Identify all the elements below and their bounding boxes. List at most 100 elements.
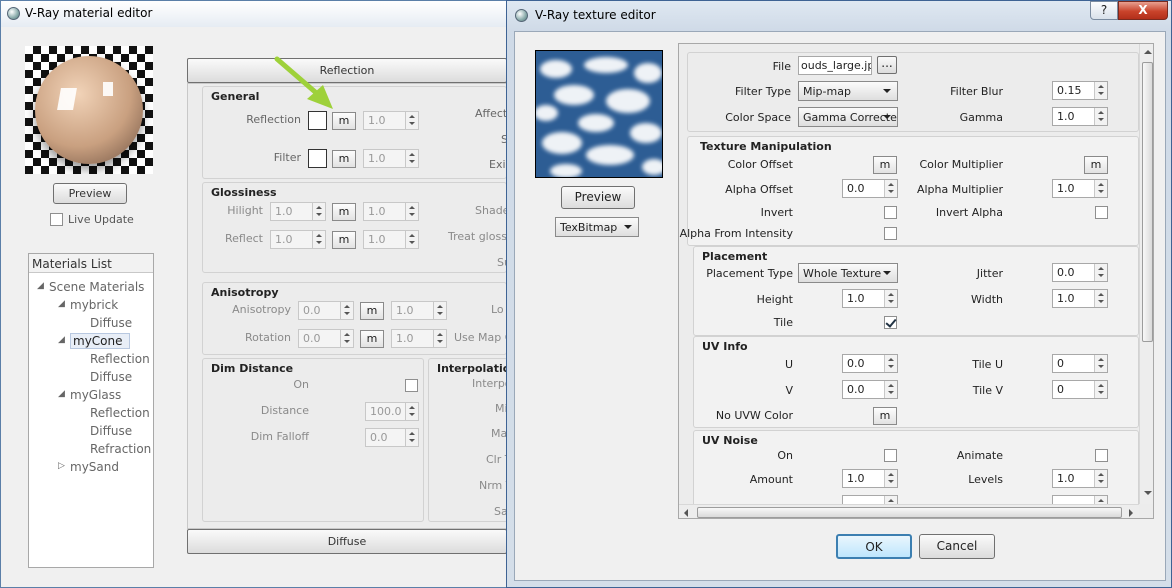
scroll-left-arrow-icon[interactable]: [684, 509, 688, 517]
tree-item-material-1[interactable]: myCone: [70, 333, 130, 349]
invert-label: Invert: [760, 206, 793, 219]
reflect-gloss-spinner[interactable]: 1.0: [270, 230, 326, 249]
color-multiplier-map-button[interactable]: m: [1084, 156, 1108, 174]
vertical-scroll-thumb[interactable]: [1142, 62, 1153, 342]
glossiness-group: Glossiness: [202, 182, 507, 273]
reflect-map-button[interactable]: m: [332, 231, 356, 249]
help-button[interactable]: ?: [1090, 1, 1118, 20]
reflection-amount-spinner[interactable]: 1.0: [363, 111, 419, 130]
hilight-spinner[interactable]: 1.0: [270, 202, 326, 221]
tree-item-scene-materials[interactable]: Scene Materials: [49, 280, 144, 294]
rotation-label: Rotation: [244, 331, 291, 344]
live-update-label: Live Update: [68, 213, 134, 226]
filter-label: Filter: [273, 151, 301, 164]
filter-blur-spinner[interactable]: 0.15: [1052, 81, 1108, 100]
u-offset-spinner[interactable]: 0.0: [842, 354, 898, 373]
noise-amount-spinner[interactable]: 1.0: [842, 469, 898, 488]
params-vertical-scrollbar[interactable]: [1139, 44, 1153, 504]
invert-alpha-checkbox[interactable]: [1095, 206, 1108, 219]
filter-color-swatch[interactable]: [308, 149, 327, 168]
tree-item-material-2-child-1[interactable]: Diffuse: [90, 424, 132, 438]
anisotropy-map-button[interactable]: m: [360, 302, 384, 320]
interp-label-2: Ma: [491, 427, 508, 440]
scroll-up-arrow-icon[interactable]: [1144, 50, 1152, 54]
reflection-rollout-header[interactable]: Reflection: [187, 58, 507, 83]
annotation-arrow-icon: [274, 56, 333, 109]
jitter-spinner[interactable]: 0.0: [1052, 263, 1108, 282]
texture-type-dropdown[interactable]: TexBitmap: [555, 217, 639, 237]
anisotropy-map-amount-spinner[interactable]: 1.0: [391, 301, 447, 320]
noise-on-checkbox[interactable]: [884, 449, 897, 462]
file-browse-button[interactable]: ...: [877, 56, 897, 74]
hilight-map-button[interactable]: m: [332, 203, 356, 221]
tile-u-label: Tile U: [972, 358, 1003, 371]
tree-item-material-2[interactable]: myGlass: [70, 388, 121, 402]
color-offset-map-button[interactable]: m: [873, 156, 897, 174]
width-spinner[interactable]: 1.0: [1052, 289, 1108, 308]
rotation-spinner[interactable]: 0.0: [298, 329, 354, 348]
placement-type-dropdown[interactable]: Whole Texture: [798, 263, 898, 283]
reflect-map-amount-spinner[interactable]: 1.0: [363, 230, 419, 249]
dim-falloff-spinner[interactable]: 0.0: [365, 428, 419, 447]
distance-spinner[interactable]: 100.0: [365, 402, 419, 421]
clouds-thumbnail: [536, 57, 662, 177]
texture-params-scrollarea[interactable]: File ouds_large.jpg ... Filter Type Mip-…: [678, 43, 1154, 519]
tree-item-material-2-child-2[interactable]: Refraction: [90, 442, 151, 456]
tree-item-material-0[interactable]: mybrick: [70, 298, 118, 312]
tree-collapse-icon[interactable]: ◢: [37, 281, 44, 291]
tree-item-material-3[interactable]: mySand: [70, 460, 119, 474]
tile-u-spinner[interactable]: 0: [1052, 354, 1108, 373]
tree-item-material-0-child-0[interactable]: Diffuse: [90, 316, 132, 330]
tile-v-spinner[interactable]: 0: [1052, 380, 1108, 399]
file-path-field[interactable]: ouds_large.jpg: [798, 56, 872, 75]
close-button[interactable]: X: [1118, 1, 1168, 20]
cancel-button[interactable]: Cancel: [919, 534, 995, 559]
material-preview-button[interactable]: Preview: [53, 183, 127, 204]
hilight-map-amount-spinner[interactable]: 1.0: [363, 202, 419, 221]
diffuse-rollout-header[interactable]: Diffuse: [187, 529, 507, 554]
no-uvw-color-map-button[interactable]: m: [873, 407, 897, 425]
rotation-map-button[interactable]: m: [360, 330, 384, 348]
texture-preview-image: [535, 50, 663, 178]
texture-editor-titlebar[interactable]: V-Ray texture editor: [507, 1, 1171, 29]
v-offset-spinner[interactable]: 0.0: [842, 380, 898, 399]
hilight-label: Hilight: [227, 204, 263, 217]
filter-map-button[interactable]: m: [332, 150, 356, 168]
alpha-offset-spinner[interactable]: 0.0: [842, 179, 898, 198]
file-label: File: [772, 60, 791, 73]
scroll-down-arrow-icon[interactable]: [1144, 491, 1152, 495]
animate-checkbox[interactable]: [1095, 449, 1108, 462]
filter-amount-spinner[interactable]: 1.0: [363, 149, 419, 168]
tree-item-material-2-child-0[interactable]: Reflection: [90, 406, 150, 420]
alpha-multiplier-spinner[interactable]: 1.0: [1052, 179, 1108, 198]
vray-app-icon: [7, 7, 20, 20]
tree-expand-icon[interactable]: ▷: [58, 461, 65, 471]
horizontal-scroll-thumb[interactable]: [697, 507, 1122, 518]
levels-label: Levels: [968, 473, 1003, 486]
dim-on-label: On: [293, 378, 309, 391]
tree-item-material-1-child-0[interactable]: Reflection: [90, 352, 150, 366]
anisotropy-group: Anisotropy: [202, 282, 507, 355]
tile-checkbox[interactable]: [884, 316, 897, 329]
tree-collapse-icon[interactable]: ◢: [58, 389, 65, 399]
height-spinner[interactable]: 1.0: [842, 289, 898, 308]
anisotropy-spinner[interactable]: 0.0: [298, 301, 354, 320]
tree-collapse-icon[interactable]: ◢: [58, 299, 65, 309]
texture-preview-button[interactable]: Preview: [561, 186, 635, 209]
ok-button[interactable]: OK: [836, 534, 912, 559]
material-editor-titlebar[interactable]: V-Ray material editor: [1, 1, 519, 27]
color-space-dropdown[interactable]: Gamma Corrected: [798, 107, 898, 127]
gamma-spinner[interactable]: 1.0: [1052, 107, 1108, 126]
dim-on-checkbox[interactable]: [405, 379, 418, 392]
live-update-checkbox[interactable]: [50, 213, 63, 226]
params-horizontal-scrollbar[interactable]: [679, 504, 1139, 518]
scroll-right-arrow-icon[interactable]: [1129, 509, 1133, 517]
tree-item-material-1-child-1[interactable]: Diffuse: [90, 370, 132, 384]
vray-texture-app-icon: [515, 9, 528, 22]
alpha-from-intensity-checkbox[interactable]: [884, 227, 897, 240]
noise-levels-spinner[interactable]: 1.0: [1052, 469, 1108, 488]
tree-collapse-icon[interactable]: ◢: [58, 335, 65, 345]
rotation-map-amount-spinner[interactable]: 1.0: [391, 329, 447, 348]
invert-checkbox[interactable]: [884, 206, 897, 219]
filter-type-dropdown[interactable]: Mip-map: [798, 81, 898, 101]
